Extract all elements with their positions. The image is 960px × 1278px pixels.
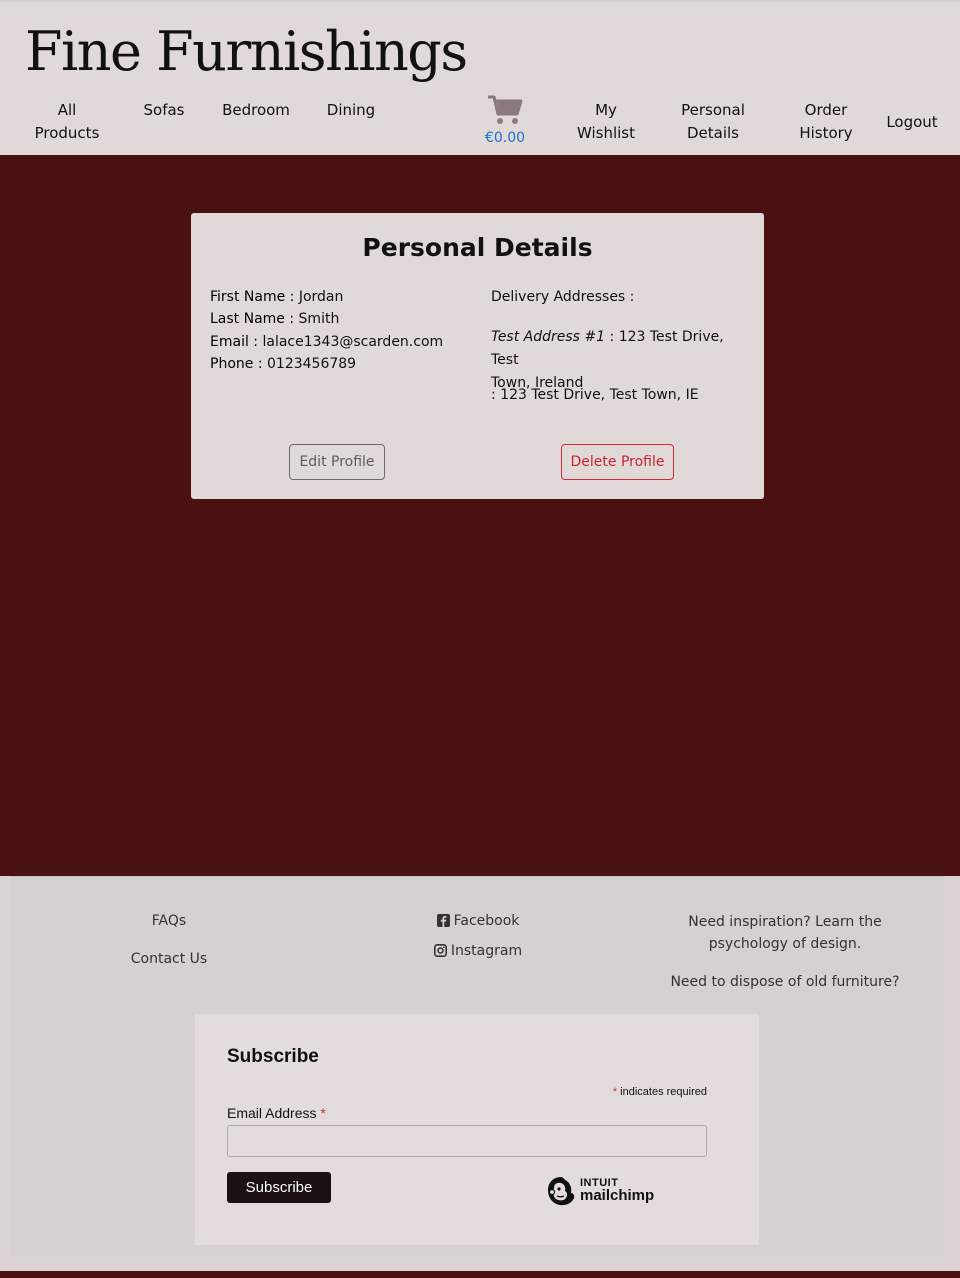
nav-wishlist-line1: My xyxy=(595,101,617,119)
email-address-label-text: Email Address xyxy=(227,1105,317,1121)
required-asterisk: * xyxy=(612,1086,618,1098)
mailchimp-logo-bottom: mailchimp xyxy=(580,1187,655,1204)
first-name-row: First Name : Jordan xyxy=(210,289,343,305)
cart-link[interactable]: €0.00 xyxy=(478,94,532,146)
nav-all-products[interactable]: All Products xyxy=(32,99,102,145)
faqs-link[interactable]: FAQs xyxy=(140,913,198,929)
nav-sofas[interactable]: Sofas xyxy=(140,99,188,122)
subscribe-button[interactable]: Subscribe xyxy=(227,1172,331,1203)
nav-personal-details[interactable]: Personal Details xyxy=(678,99,748,145)
inspiration-line2: psychology of design. xyxy=(708,936,862,952)
edit-profile-button[interactable]: Edit Profile xyxy=(289,444,385,480)
nav-all-products-line2: Products xyxy=(34,124,100,142)
address-name: Test Address #1 xyxy=(491,329,606,345)
email-address-input[interactable] xyxy=(227,1125,707,1157)
phone-value: 0123456789 xyxy=(267,356,357,372)
last-name-label: Last Name : xyxy=(210,311,295,327)
mailchimp-logo[interactable]: INTUIT mailchimp xyxy=(545,1174,665,1208)
mailchimp-monkey-icon xyxy=(548,1177,575,1206)
email-value: lalace1343@scarden.com xyxy=(262,334,444,350)
phone-row: Phone : 0123456789 xyxy=(210,356,356,372)
address-line1: : 123 Test Drive, Test Town, IE xyxy=(491,387,699,403)
address-item: : 123 Test Drive, Test Town, IE xyxy=(491,387,699,403)
last-name-value: Smith xyxy=(298,311,340,327)
nav-wishlist-line2: Wishlist xyxy=(576,124,636,142)
last-name-row: Last Name : Smith xyxy=(210,311,339,327)
first-name-label: First Name : xyxy=(210,289,295,305)
facebook-icon xyxy=(436,914,450,927)
nav-wishlist[interactable]: My Wishlist xyxy=(574,99,638,145)
contact-us-link[interactable]: Contact Us xyxy=(126,951,212,967)
email-address-label: Email Address * xyxy=(227,1105,326,1121)
nav-dining[interactable]: Dining xyxy=(326,99,376,122)
subscribe-title: Subscribe xyxy=(227,1046,319,1067)
nav-all-products-line1: All xyxy=(57,101,77,119)
instagram-link[interactable]: Instagram xyxy=(430,943,526,959)
inspiration-line1: Need inspiration? Learn the xyxy=(688,914,882,930)
instagram-icon xyxy=(433,944,447,957)
required-note: * indicates required xyxy=(613,1086,707,1098)
email-label: Email : xyxy=(210,334,259,350)
nav-order-history-line1: Order xyxy=(804,101,848,119)
nav-personal-details-line1: Personal xyxy=(681,101,745,119)
facebook-link[interactable]: Facebook xyxy=(430,913,526,929)
nav-bedroom[interactable]: Bedroom xyxy=(222,99,290,122)
nav-personal-details-line2: Details xyxy=(686,124,739,142)
address-item: Test Address #1 : 123 Test Drive, Test T… xyxy=(491,326,751,395)
bottom-strip xyxy=(0,1271,960,1278)
nav-order-history[interactable]: Order History xyxy=(794,99,858,145)
nav-logout[interactable]: Logout xyxy=(884,111,940,134)
facebook-label: Facebook xyxy=(453,913,520,929)
delivery-addresses-label: Delivery Addresses : xyxy=(491,289,635,305)
nav-order-history-line2: History xyxy=(799,124,853,142)
delete-profile-button[interactable]: Delete Profile xyxy=(561,444,674,480)
page-title: Personal Details xyxy=(362,233,593,262)
email-row: Email : lalace1343@scarden.com xyxy=(210,334,443,350)
required-note-text: indicates required xyxy=(620,1086,707,1098)
site-header: Fine Furnishings All Products Sofas Bedr… xyxy=(0,0,960,155)
phone-label: Phone : xyxy=(210,356,263,372)
shopping-cart-icon xyxy=(488,95,523,124)
dispose-furniture-link[interactable]: Need to dispose of old furniture? xyxy=(660,971,910,993)
email-required-asterisk: * xyxy=(320,1105,326,1121)
brand-logo[interactable]: Fine Furnishings xyxy=(25,20,468,83)
first-name-value: Jordan xyxy=(298,289,344,305)
subscribe-form: Subscribe * indicates required Email Add… xyxy=(195,1014,759,1245)
instagram-label: Instagram xyxy=(450,943,523,959)
inspiration-link[interactable]: Need inspiration? Learn the psychology o… xyxy=(660,911,910,955)
cart-total: €0.00 xyxy=(484,130,526,146)
personal-details-card: Personal Details First Name : Jordan Las… xyxy=(191,213,764,499)
